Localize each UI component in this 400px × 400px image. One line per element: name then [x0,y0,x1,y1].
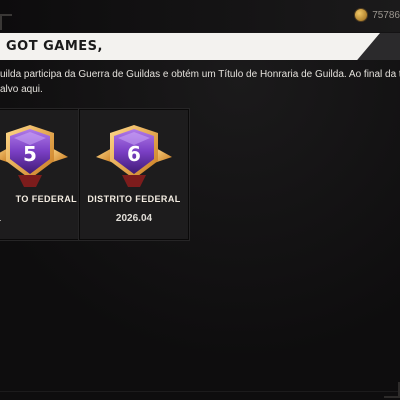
bottom-divider [0,391,400,392]
shield-badge-icon: 5 [0,123,72,189]
description-line-2: alvo aqui. [0,84,43,95]
honor-cards: 5 TO FEDERAL 6.01 [0,108,400,242]
season-label: 2026.04 [115,213,153,224]
currency-value: 75786 [372,9,400,21]
coin-icon [354,8,369,22]
guild-honor-screen: 75786 GOT GAMES, uilda participa da Guer… [0,0,400,400]
description-text: uilda participa da Guerra de Guildas e o… [0,67,400,97]
honor-card[interactable]: 5 TO FEDERAL 6.01 [0,108,86,241]
title-bar: GOT GAMES, [0,33,400,60]
badge-rank: 5 [23,142,37,166]
honor-card[interactable]: 6 DISTRITO FEDERAL 2026.04 [78,108,190,241]
shield-badge-icon: 6 [92,123,176,189]
frame-corner [0,14,12,30]
page-title: GOT GAMES, [6,39,103,54]
region-label: TO FEDERAL [15,194,77,204]
season-label: 6.01 [0,213,85,224]
frame-corner [384,382,400,398]
top-strip: 75786 [0,0,400,32]
currency-display[interactable]: 75786 [354,6,400,24]
region-label: DISTRITO FEDERAL [87,194,181,204]
badge-rank: 6 [127,142,141,166]
description-line-1: uilda participa da Guerra de Guildas e o… [0,69,400,80]
